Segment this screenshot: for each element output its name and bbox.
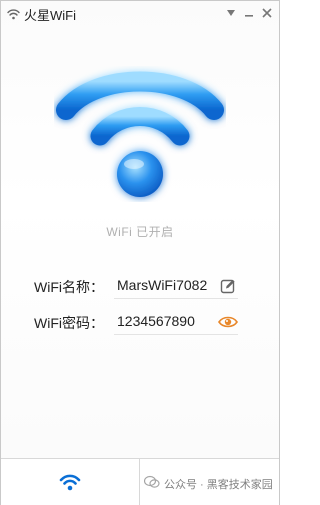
menu-dropdown-button[interactable] — [222, 4, 240, 22]
wifi-password-field[interactable]: 1234567890 — [114, 310, 238, 335]
eye-icon[interactable] — [218, 312, 238, 332]
close-icon — [262, 8, 272, 18]
wifi-title-icon — [7, 7, 20, 20]
wifi-password-label: WiFi密码： — [34, 315, 104, 331]
wifi-name-value[interactable]: MarsWiFi7082 — [117, 277, 207, 293]
app-window: 火星WiFi WiFi 已开启 WiFi名称： MarsWiFi7082 WiF… — [0, 0, 280, 505]
wifi-icon — [59, 474, 81, 490]
wifi-logo-icon — [54, 66, 226, 202]
wifi-password-value[interactable]: 1234567890 — [117, 313, 195, 329]
bottom-tab-bar: 公众号 · 黑客技术家园 — [1, 458, 279, 505]
title-bar[interactable]: 火星WiFi — [1, 1, 279, 25]
chevron-down-icon — [227, 10, 235, 16]
edit-icon[interactable] — [218, 276, 238, 296]
wifi-name-field[interactable]: MarsWiFi7082 — [114, 274, 238, 299]
wifi-name-label: WiFi名称： — [34, 279, 104, 295]
tab-wifi[interactable] — [1, 459, 140, 505]
minimize-button[interactable] — [240, 4, 258, 22]
close-button[interactable] — [258, 4, 276, 22]
wechat-icon — [143, 475, 160, 494]
watermark: 公众号 · 黑客技术家园 — [143, 474, 273, 494]
wifi-status-text: WiFi 已开启 — [106, 225, 174, 239]
watermark-text: 公众号 · 黑客技术家园 — [164, 479, 273, 491]
window-title: 火星WiFi — [24, 8, 76, 23]
minimize-icon — [245, 15, 253, 17]
